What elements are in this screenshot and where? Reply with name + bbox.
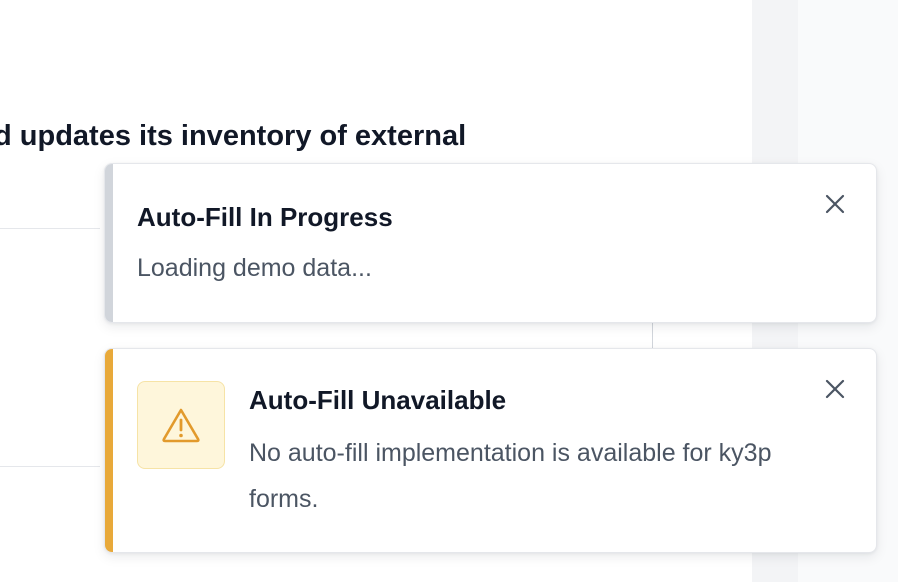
warning-triangle-icon [162, 408, 200, 443]
divider [0, 228, 100, 229]
divider [652, 322, 653, 348]
close-icon [825, 379, 845, 399]
toast-autofill-unavailable: Auto-Fill Unavailable No auto-fill imple… [104, 348, 877, 553]
toast-accent-bar [105, 349, 113, 552]
toast-accent-bar [105, 164, 113, 322]
page-heading-fragment: d updates its inventory of external [0, 120, 467, 152]
toast-close-button[interactable] [820, 374, 850, 404]
toast-autofill-progress: Auto-Fill In Progress Loading demo data.… [104, 163, 877, 323]
toast-title: Auto-Fill In Progress [137, 202, 393, 232]
toast-title: Auto-Fill Unavailable [249, 385, 507, 415]
warning-icon-container [137, 381, 225, 469]
toast-description: Loading demo data... [137, 254, 372, 282]
app-viewport: d updates its inventory of external Auto… [0, 0, 898, 582]
divider [0, 466, 100, 467]
toast-close-button[interactable] [820, 189, 850, 219]
close-icon [825, 194, 845, 214]
toast-description: No auto-fill implementation is available… [249, 439, 772, 513]
